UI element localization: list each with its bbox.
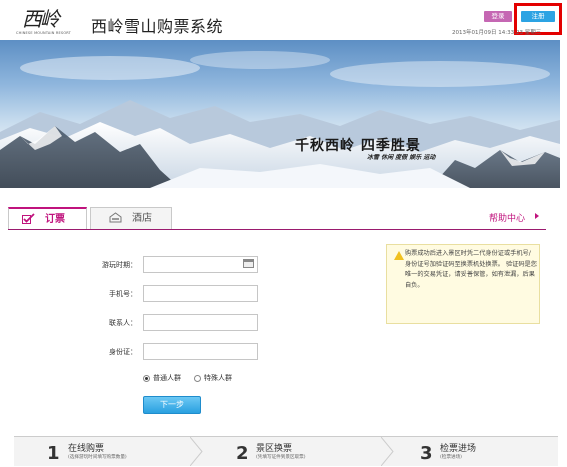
contact-input[interactable] — [143, 314, 258, 331]
tabs-divider — [8, 229, 546, 230]
step-2-subtitle: (凭填写证件到景区取票) — [256, 455, 306, 460]
login-button[interactable]: 登录 — [484, 11, 512, 22]
tab-hotel-label: 酒店 — [132, 213, 152, 224]
date-input[interactable] — [143, 256, 258, 273]
step-3-subtitle: (检票进场) — [440, 455, 462, 460]
next-step-button[interactable]: 下一步 — [143, 396, 201, 414]
step-1-title: 在线购票 — [68, 444, 105, 454]
step-3-title: 检票进场 — [440, 444, 477, 454]
phone-input[interactable] — [143, 285, 258, 302]
help-center-link[interactable]: 帮助中心 — [489, 211, 525, 224]
step-3: 3 检票进场 (检票进场) — [420, 438, 550, 466]
datetime: 2013年01月09日 14:33:23 星期三 — [452, 30, 542, 36]
step-separator — [381, 437, 394, 466]
id-card-input[interactable] — [143, 343, 258, 360]
radio-special[interactable] — [194, 375, 201, 382]
banner: 千秋西岭 四季胜景 冰雪 休闲 度假 娱乐 运动 — [0, 40, 560, 188]
step-2: 2 景区换票 (凭填写证件到景区取票) — [236, 438, 386, 466]
notice-text: 购票成功后进入景区时凭二代身份证或手机号/身份证号加验证码至换票机处换票。 验证… — [405, 250, 537, 289]
checkmark-icon — [22, 213, 35, 224]
logo[interactable]: 西岭 CHINESE MOUNTAIN RESORT — [16, 5, 76, 39]
step-2-title: 景区换票 — [256, 444, 293, 454]
contact-label: 联系人： — [109, 319, 137, 327]
banner-tags: 冰雪 休闲 度假 娱乐 运动 — [367, 154, 436, 161]
step-1-number: 1 — [47, 443, 60, 464]
step-1-subtitle: (选择游玩时间填写购票数量) — [68, 455, 127, 460]
tab-hotel[interactable]: 酒店 — [90, 207, 172, 230]
arrow-right-icon — [535, 213, 539, 219]
step-2-number: 2 — [236, 443, 249, 464]
warning-icon — [394, 251, 404, 260]
radio-regular[interactable] — [143, 375, 150, 382]
tab-order[interactable]: 订票 — [8, 207, 87, 230]
logo-script: 西岭 — [22, 7, 60, 31]
step-separator — [190, 437, 203, 466]
calendar-icon[interactable] — [243, 259, 254, 268]
id-card-label: 身份证： — [109, 348, 137, 356]
radio-special-label[interactable]: 特殊人群 — [204, 373, 232, 383]
hotel-icon — [109, 212, 122, 223]
site-title: 西岭雪山购票系统 — [91, 17, 224, 36]
step-3-number: 3 — [420, 443, 433, 464]
tab-order-label: 订票 — [45, 214, 65, 225]
logo-subtitle: CHINESE MOUNTAIN RESORT — [16, 31, 71, 35]
step-1: 1 在线购票 (选择游玩时间填写购票数量) — [47, 438, 197, 466]
radio-regular-label[interactable]: 普通人群 — [153, 373, 181, 383]
date-label: 游玩时期： — [102, 261, 137, 269]
mountain-illustration — [0, 51, 560, 188]
phone-label: 手机号： — [109, 290, 137, 298]
